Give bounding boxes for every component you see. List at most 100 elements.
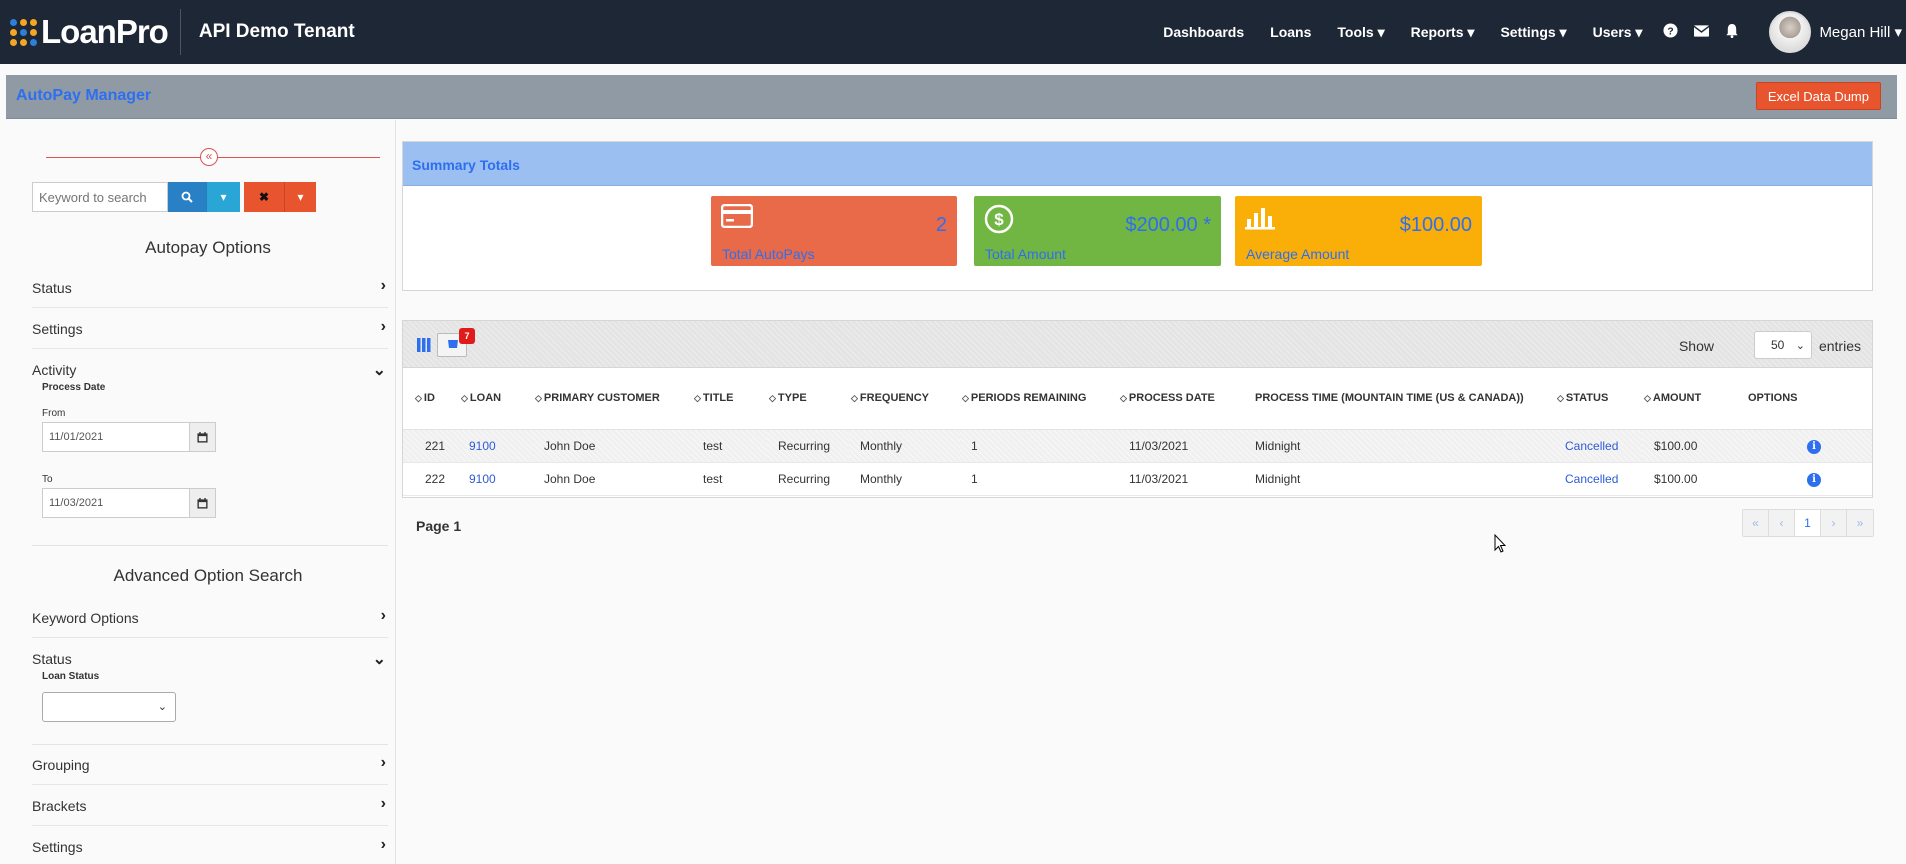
search-icon [181, 191, 193, 203]
cell-status-link[interactable]: Cancelled [1555, 462, 1642, 496]
cell-status-link[interactable]: Cancelled [1555, 429, 1642, 463]
from-date-field [42, 422, 216, 452]
cell-loan-link[interactable]: 9100 [459, 462, 533, 496]
last-page-button[interactable]: » [1847, 510, 1873, 536]
brackets-label: Brackets [32, 798, 87, 814]
search-button[interactable] [168, 182, 206, 212]
column-header-process-date[interactable]: ◇ PROCESS DATE [1118, 368, 1255, 430]
nav-settings[interactable]: Settings ▾ [1500, 24, 1566, 41]
clear-dropdown-button[interactable]: ▾ [284, 182, 316, 212]
chevron-right-icon: › [380, 607, 386, 624]
column-header-periods-remaining[interactable]: ◇ PERIODS REMAINING [960, 368, 1118, 430]
section-divider [32, 545, 388, 546]
column-header-type[interactable]: ◇ TYPE [767, 368, 849, 430]
user-avatar[interactable] [1769, 11, 1812, 53]
nav-reports[interactable]: Reports ▾ [1411, 24, 1475, 41]
dollar-icon: $ [984, 204, 1014, 237]
table-row[interactable]: 222 9100 John Doe test Recurring Monthly… [403, 462, 1872, 496]
chevron-down-icon: ⌄ [372, 651, 386, 668]
filter-count-badge: 7 [459, 328, 475, 344]
settings-accordion[interactable]: Settings › [32, 309, 388, 349]
chevron-down-icon: ⌄ [157, 701, 167, 713]
column-header-status[interactable]: ◇ STATUS [1555, 368, 1642, 430]
column-header-process-time[interactable]: PROCESS TIME (MOUNTAIN TIME (US & CANADA… [1255, 368, 1555, 430]
to-date-input[interactable] [43, 489, 189, 517]
keyword-options-accordion[interactable]: Keyword Options › [32, 598, 388, 638]
status-accordion[interactable]: Status › [32, 268, 388, 308]
pagination: « ‹ 1 › » [1742, 509, 1874, 537]
cell-frequency: Monthly [849, 429, 960, 463]
summary-totals-title: Summary Totals [403, 142, 1872, 186]
next-page-button[interactable]: › [1821, 510, 1847, 536]
activity-label: Activity [32, 362, 77, 378]
chevron-right-icon: › [380, 277, 386, 294]
table-toolbar: 7 Show 50 ⌄ entries [403, 321, 1872, 368]
caret-down-icon: ▾ [220, 190, 227, 204]
from-label: From [42, 408, 66, 419]
collapse-sidebar-icon[interactable]: « [200, 148, 218, 166]
page-title: AutoPay Manager [16, 87, 152, 104]
column-header-title[interactable]: ◇ TITLE [692, 368, 767, 430]
cell-loan-link[interactable]: 9100 [459, 429, 533, 463]
keyword-search-input[interactable] [32, 182, 168, 212]
loanpro-logo[interactable]: LoanPro [10, 0, 169, 64]
cell-process-date: 11/03/2021 [1118, 429, 1255, 463]
column-header-amount[interactable]: ◇ AMOUNT [1642, 368, 1748, 430]
column-header-loan[interactable]: ◇ LOAN [459, 368, 533, 430]
caret-down-icon: ▾ [297, 190, 304, 204]
excel-data-dump-button[interactable]: Excel Data Dump [1755, 82, 1881, 110]
first-page-button[interactable]: « [1743, 510, 1769, 536]
main-nav: Dashboards Loans Tools ▾ Reports ▾ Setti… [1150, 0, 1906, 64]
loan-status-select[interactable]: ⌄ [42, 692, 176, 722]
nav-loans[interactable]: Loans [1270, 24, 1311, 40]
average-amount-value: $100.00 [1399, 214, 1472, 236]
nav-tools[interactable]: Tools ▾ [1337, 24, 1384, 41]
search-group: ▾ ✖ ▾ [32, 182, 316, 212]
page-size-value: 50 [1771, 338, 1785, 352]
cell-customer: John Doe [533, 429, 692, 463]
user-menu[interactable]: Megan Hill ▾ [1819, 23, 1902, 41]
cell-process-time: Midnight [1255, 429, 1555, 463]
table-row[interactable]: 221 9100 John Doe test Recurring Monthly… [403, 429, 1872, 463]
svg-text:?: ? [1668, 26, 1674, 37]
cell-type: Recurring [767, 429, 849, 463]
bell-icon[interactable] [1725, 23, 1739, 41]
page-1-button[interactable]: 1 [1795, 510, 1821, 536]
credit-card-icon [720, 203, 754, 231]
show-label: Show [1678, 338, 1714, 354]
svg-text:$: $ [994, 210, 1004, 229]
total-autopays-label: Total AutoPays [722, 246, 815, 262]
average-amount-label: Average Amount [1246, 246, 1350, 262]
info-icon[interactable]: i [1807, 439, 1821, 454]
nav-users[interactable]: Users ▾ [1593, 24, 1643, 41]
total-autopays-card: 2 Total AutoPays [711, 196, 957, 266]
search-dropdown-button[interactable]: ▾ [206, 182, 240, 212]
chevron-right-icon: › [380, 795, 386, 812]
grouping-accordion[interactable]: Grouping › [32, 745, 388, 785]
chevron-right-icon: › [380, 318, 386, 335]
filter-icon [447, 339, 459, 352]
previous-page-button[interactable]: ‹ [1769, 510, 1795, 536]
mouse-cursor-icon [1494, 534, 1506, 553]
columns-icon[interactable] [417, 338, 431, 355]
entries-label: entries [1818, 338, 1861, 354]
mail-icon[interactable] [1694, 24, 1710, 40]
calendar-icon[interactable] [189, 423, 215, 451]
top-navbar: LoanPro API Demo Tenant Dashboards Loans… [0, 0, 1906, 64]
settings-advanced-accordion[interactable]: Settings › [32, 827, 388, 864]
column-header-primary-customer[interactable]: ◇ PRIMARY CUSTOMER [533, 368, 692, 430]
info-icon[interactable]: i [1807, 472, 1821, 487]
nav-dashboards[interactable]: Dashboards [1163, 24, 1244, 40]
autopay-table-panel: 7 Show 50 ⌄ entries ◇ ID ◇ LOAN ◇ PRIMARY C… [402, 320, 1873, 498]
from-date-input[interactable] [43, 423, 189, 451]
cell-process-time: Midnight [1255, 462, 1555, 496]
column-header-id[interactable]: ◇ ID [403, 368, 459, 430]
calendar-icon[interactable] [189, 489, 215, 517]
help-icon[interactable]: ? [1663, 23, 1678, 41]
page-size-select[interactable]: 50 ⌄ [1754, 331, 1812, 359]
brackets-accordion[interactable]: Brackets › [32, 786, 388, 826]
column-header-frequency[interactable]: ◇ FREQUENCY [849, 368, 960, 430]
advanced-option-search-title: Advanced Option Search [113, 566, 303, 585]
clear-search-button[interactable]: ✖ [244, 182, 284, 212]
table-header-row: ◇ ID ◇ LOAN ◇ PRIMARY CUSTOMER ◇ TITLE ◇ TYPE… [403, 368, 1872, 430]
